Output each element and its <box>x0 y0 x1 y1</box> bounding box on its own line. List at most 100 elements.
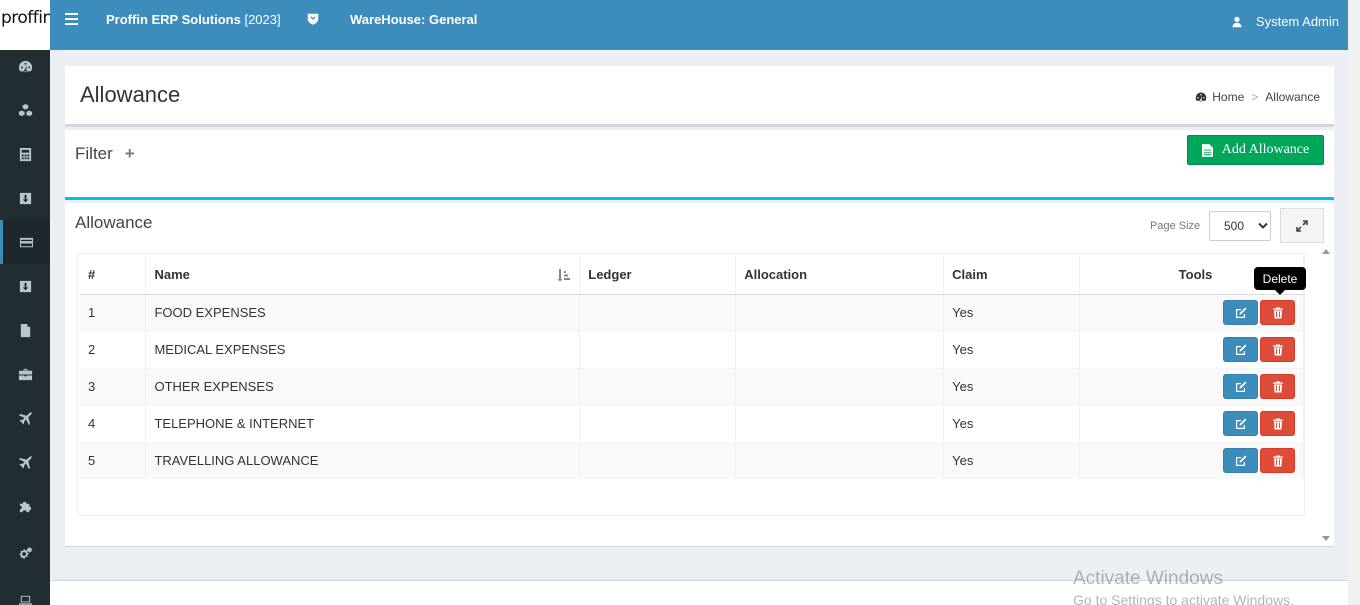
sidebar-item-payments[interactable] <box>0 264 50 308</box>
user-menu[interactable]: System Admin <box>1231 14 1339 29</box>
scroll-down-icon[interactable] <box>1322 536 1330 541</box>
sidebar-item-travel-2[interactable] <box>0 440 50 484</box>
page-scrollbar[interactable] <box>1348 0 1360 605</box>
expand-icon <box>1296 219 1308 232</box>
table-row: 2 MEDICAL EXPENSES Yes <box>80 330 1304 368</box>
add-allowance-label: Add Allowance <box>1221 142 1310 157</box>
watermark-line-1: Activate Windows <box>1073 568 1223 589</box>
breadcrumb-separator: > <box>1251 90 1259 104</box>
cell-number: 4 <box>80 404 147 442</box>
delete-button[interactable] <box>1260 300 1295 325</box>
cell-tools <box>1079 441 1304 479</box>
page-size-value: 500 <box>1224 219 1245 233</box>
cell-name: TRAVELLING ALLOWANCE <box>145 441 581 479</box>
puzzle-icon <box>19 501 31 512</box>
sidebar-toggle-icon[interactable] <box>65 13 78 25</box>
cell-ledger <box>579 404 737 442</box>
sidebar: proffin <box>0 0 50 605</box>
user-name: System Admin <box>1255 14 1339 29</box>
sidebar-item-settings[interactable] <box>0 531 50 575</box>
table-row: 3 OTHER EXPENSES Yes <box>80 367 1304 405</box>
col-header-number[interactable]: # <box>80 256 147 295</box>
cell-allocation <box>735 367 945 405</box>
page-header: Allowance Home > Allowance <box>65 66 1334 127</box>
edit-button[interactable] <box>1223 411 1258 436</box>
logo[interactable]: proffin <box>0 0 50 50</box>
delete-tooltip: Delete <box>1254 267 1306 295</box>
delete-button[interactable] <box>1260 448 1295 474</box>
edit-button[interactable] <box>1223 337 1258 362</box>
breadcrumb-home[interactable]: Home <box>1212 90 1244 104</box>
sort-icon[interactable] <box>557 268 571 282</box>
trash-icon <box>1272 307 1283 318</box>
sidebar-item-documents[interactable] <box>0 308 50 352</box>
cell-number: 5 <box>80 441 147 479</box>
plane-icon-2 <box>18 455 32 469</box>
breadcrumb: Home > Allowance <box>1195 90 1320 104</box>
user-icon <box>1232 16 1242 27</box>
table-header-row: # Name Ledger Allocation Claim Tools <box>80 256 1304 295</box>
col-header-allocation[interactable]: Allocation <box>735 256 945 295</box>
download-icon-2 <box>19 280 31 292</box>
edit-icon <box>1235 455 1246 466</box>
trash-icon <box>1272 344 1283 355</box>
edit-button[interactable] <box>1223 374 1258 399</box>
page-size-label: Page Size <box>1150 220 1201 232</box>
dashboard-icon <box>18 60 32 72</box>
brand-year: [2023] <box>244 12 281 27</box>
add-allowance-button[interactable]: Add Allowance <box>1187 135 1324 165</box>
cell-number: 3 <box>80 367 147 405</box>
trash-icon <box>1272 418 1283 429</box>
sidebar-item-travel[interactable] <box>0 396 50 440</box>
cell-claim: Yes <box>943 293 1081 331</box>
edit-button[interactable] <box>1223 300 1258 325</box>
filter-toggle[interactable]: Filter + <box>75 144 135 164</box>
delete-button[interactable] <box>1260 337 1295 362</box>
table-row: 5 TRAVELLING ALLOWANCE Yes <box>80 441 1304 479</box>
col-header-name-label: Name <box>154 267 190 283</box>
cell-tools <box>1079 404 1304 442</box>
cell-tools <box>1079 367 1304 405</box>
table-scrollbar[interactable] <box>1320 247 1332 543</box>
fullscreen-button[interactable] <box>1280 208 1324 243</box>
cell-ledger <box>579 293 737 331</box>
sidebar-item-plugins[interactable] <box>0 484 50 528</box>
plus-icon[interactable]: + <box>125 144 135 164</box>
shield-icon[interactable] <box>306 12 320 26</box>
table-row: 4 TELEPHONE & INTERNET Yes <box>80 404 1304 442</box>
scroll-up-icon[interactable] <box>1322 249 1330 254</box>
list-title: Allowance <box>75 213 153 232</box>
sidebar-item-hr[interactable] <box>0 352 50 396</box>
brand-name: Proffin ERP Solutions <box>106 12 241 27</box>
cell-claim: Yes <box>943 330 1081 368</box>
cell-tools <box>1079 330 1304 368</box>
edit-button[interactable] <box>1223 448 1258 474</box>
cell-tools <box>1079 293 1304 331</box>
cell-name: TELEPHONE & INTERNET <box>145 404 581 442</box>
delete-button[interactable] <box>1260 374 1295 399</box>
file-icon <box>20 323 30 337</box>
sidebar-item-accounts[interactable] <box>0 132 50 176</box>
edit-icon <box>1235 307 1246 318</box>
windows-activation-watermark: Activate Windows Go to Settings to activ… <box>1073 568 1294 605</box>
sidebar-item-dashboard[interactable] <box>0 44 50 88</box>
sidebar-item-payroll[interactable] <box>0 220 50 264</box>
cell-ledger <box>579 441 737 479</box>
warehouse-selector[interactable]: WareHouse: General <box>350 12 477 27</box>
col-header-ledger[interactable]: Ledger <box>579 256 737 295</box>
calculator-icon <box>19 147 31 161</box>
sidebar-item-receipts[interactable] <box>0 176 50 220</box>
col-header-claim[interactable]: Claim <box>943 256 1081 295</box>
trash-icon <box>1272 381 1283 392</box>
delete-button[interactable] <box>1260 411 1295 436</box>
app-brand[interactable]: Proffin ERP Solutions [2023] <box>106 12 281 27</box>
sidebar-item-inventory[interactable] <box>0 88 50 132</box>
watermark-line-2: Go to Settings to activate Windows. <box>1073 592 1294 605</box>
dashboard-icon <box>1196 92 1207 102</box>
logo-text: proffin <box>1 8 50 28</box>
col-header-name[interactable]: Name <box>145 256 581 295</box>
cell-name: FOOD EXPENSES <box>145 293 581 331</box>
sidebar-item-system[interactable] <box>0 578 50 605</box>
cell-allocation <box>735 293 945 331</box>
page-size-select[interactable]: 500 <box>1209 211 1271 241</box>
